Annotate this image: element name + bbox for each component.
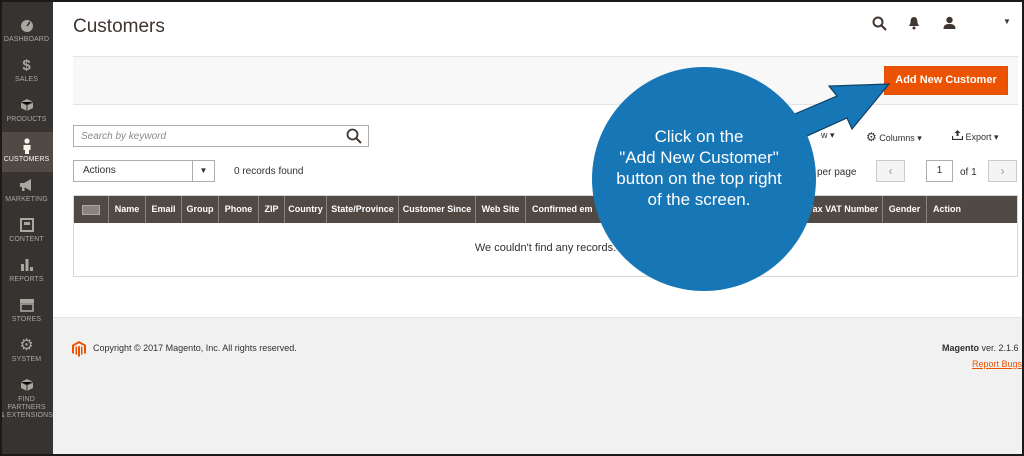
magento-logo-icon <box>72 341 86 357</box>
dashboard-icon <box>0 18 53 34</box>
gear-icon: ⚙ <box>866 130 877 144</box>
sidebar-item-sales[interactable]: $ SALES <box>0 52 53 92</box>
sidebar-item-label: SYSTEM <box>11 356 42 363</box>
column-header[interactable]: Group <box>182 196 219 223</box>
actions-label: Actions <box>83 165 116 176</box>
callout-line: button on the top right <box>616 169 782 188</box>
page-actions-bar <box>73 56 1018 105</box>
megaphone-icon <box>0 178 53 194</box>
extensions-icon <box>0 378 53 394</box>
columns-label: Columns <box>879 133 915 143</box>
content-icon <box>0 218 53 234</box>
sidebar-item-find-partners[interactable]: FIND PARTNERS & EXTENSIONS <box>0 372 53 419</box>
column-header[interactable]: Name <box>109 196 146 223</box>
bell-icon[interactable] <box>908 16 920 33</box>
filters-label: w <box>821 130 828 140</box>
user-icon[interactable] <box>943 16 956 33</box>
chevron-down-icon[interactable]: ▼ <box>1003 17 1011 26</box>
column-header[interactable]: Gender <box>883 196 927 223</box>
column-header[interactable]: Action <box>927 196 967 223</box>
sidebar-item-stores[interactable]: STORES <box>0 292 53 332</box>
sidebar-item-label: CONTENT <box>9 236 44 243</box>
callout-line: "Add New Customer" <box>619 148 779 167</box>
callout-line: of the screen. <box>647 190 751 209</box>
column-header[interactable]: Country <box>285 196 327 223</box>
page-title: Customers <box>73 16 165 37</box>
version-info: Magento ver. 2.1.6 <box>942 343 1019 353</box>
cube-icon <box>0 98 53 114</box>
gear-icon: ⚙ <box>19 337 34 354</box>
brand-name: Magento <box>942 343 979 353</box>
sidebar-item-system[interactable]: ⚙ SYSTEM <box>0 332 53 372</box>
column-header[interactable]: ZIP <box>259 196 285 223</box>
column-header[interactable]: Tax VAT Number <box>804 196 883 223</box>
sidebar-item-label: PRODUCTS <box>6 116 47 123</box>
filters-button[interactable]: w ▾ <box>821 130 835 141</box>
sidebar-item-label-line2: & EXTENSIONS <box>0 412 53 419</box>
next-page-button[interactable]: › <box>988 160 1017 182</box>
mass-select-column[interactable] <box>74 196 109 223</box>
sidebar-item-label: MARKETING <box>5 196 48 203</box>
page-number-input[interactable]: 1 <box>926 160 953 182</box>
export-icon <box>951 130 966 142</box>
empty-grid-message: We couldn't find any records. <box>474 242 617 254</box>
prev-page-button[interactable]: ‹ <box>876 160 905 182</box>
column-header[interactable]: State/Province <box>327 196 399 223</box>
store-icon <box>0 298 53 314</box>
main-content: Customers ▼ Add New Customer w ▾ ⚙ Colum… <box>53 0 1024 456</box>
customers-grid: Name Email Group Phone ZIP Country State… <box>73 195 1018 277</box>
column-header[interactable]: Email <box>146 196 182 223</box>
mass-select-checkbox[interactable] <box>82 204 100 215</box>
chevron-down-icon: ▼ <box>192 161 214 181</box>
mass-actions-select[interactable]: Actions ▼ <box>73 160 215 182</box>
search-icon[interactable] <box>346 128 362 144</box>
sidebar-item-products[interactable]: PRODUCTS <box>0 92 53 132</box>
sidebar-item-label: DASHBOARD <box>3 36 50 43</box>
per-page-label: per page <box>817 167 857 178</box>
sidebar-item-marketing[interactable]: MARKETING <box>0 172 53 212</box>
sidebar-item-reports[interactable]: REPORTS <box>0 252 53 292</box>
export-label: Export <box>965 132 992 142</box>
sidebar-item-label: STORES <box>11 316 42 323</box>
page-total: of 1 <box>960 167 977 178</box>
column-header[interactable]: Web Site <box>476 196 526 223</box>
callout-line: Click on the <box>654 127 744 146</box>
column-header[interactable]: Phone <box>219 196 259 223</box>
bar-chart-icon <box>0 258 53 274</box>
sidebar-item-dashboard[interactable]: DASHBOARD <box>0 12 53 52</box>
sidebar-item-content[interactable]: CONTENT <box>0 212 53 252</box>
version-number: ver. 2.1.6 <box>979 343 1019 353</box>
sidebar-item-label: CUSTOMERS <box>3 156 50 163</box>
dollar-icon: $ <box>22 57 31 74</box>
sidebar-item-label: REPORTS <box>9 276 44 283</box>
search-icon[interactable] <box>872 16 887 34</box>
callout-text: Click on the "Add New Customer" button o… <box>591 126 807 210</box>
records-found: 0 records found <box>234 166 304 177</box>
person-icon <box>0 138 53 154</box>
grid-header: Name Email Group Phone ZIP Country State… <box>74 196 1017 223</box>
page-footer: Copyright © 2017 Magento, Inc. All right… <box>53 317 1024 456</box>
export-button[interactable]: Export ▾ <box>951 130 999 143</box>
sidebar-item-label-line1: FIND PARTNERS <box>7 396 46 411</box>
keyword-search <box>73 125 369 147</box>
columns-button[interactable]: ⚙ Columns ▾ <box>866 130 922 144</box>
copyright-text: Copyright © 2017 Magento, Inc. All right… <box>93 343 297 353</box>
sidebar-item-label: SALES <box>14 76 39 83</box>
add-new-customer-button[interactable]: Add New Customer <box>884 66 1008 95</box>
column-header[interactable]: Customer Since <box>399 196 476 223</box>
report-bugs-link[interactable]: Report Bugs <box>972 359 1022 369</box>
admin-sidebar: DASHBOARD $ SALES PRODUCTS CUSTOMERS MAR… <box>0 0 53 456</box>
sidebar-item-customers[interactable]: CUSTOMERS <box>0 132 53 172</box>
search-input[interactable] <box>74 126 324 147</box>
